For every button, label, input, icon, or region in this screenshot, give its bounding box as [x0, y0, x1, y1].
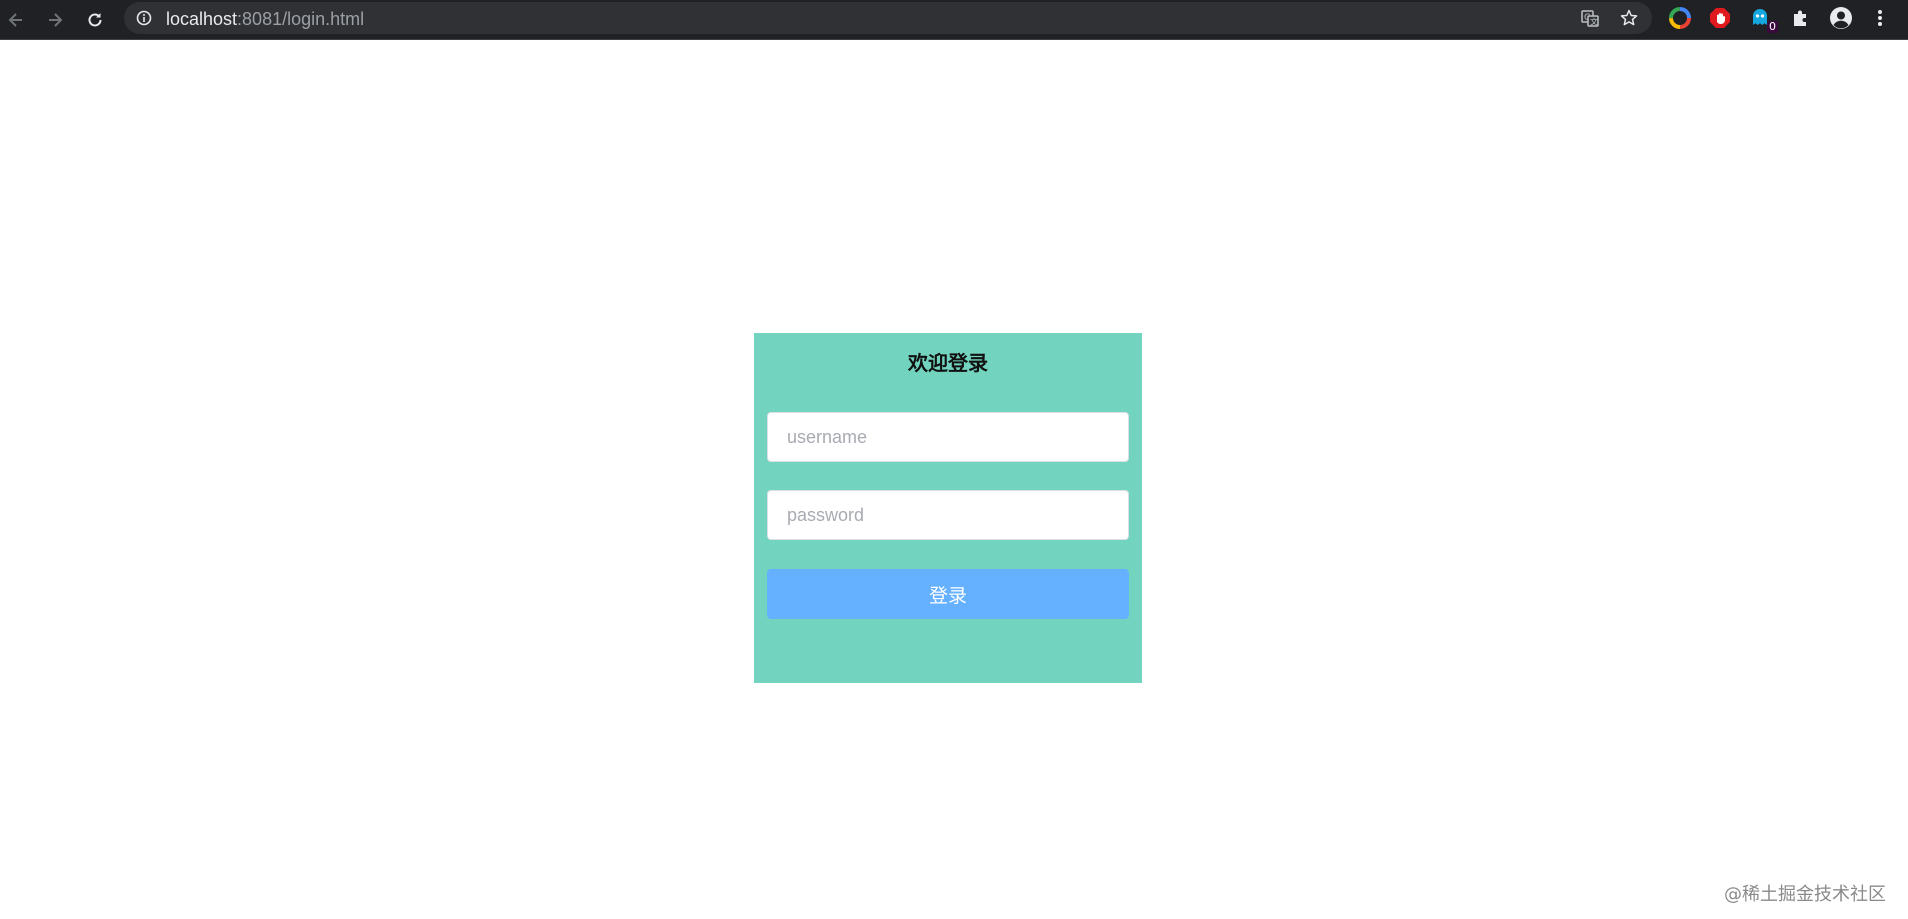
back-button[interactable]: [0, 4, 32, 36]
account-circle-icon[interactable]: [1829, 6, 1853, 30]
puzzle-icon[interactable]: [1789, 6, 1813, 30]
arrow-right-icon: [45, 10, 65, 30]
address-bar[interactable]: localhost:8081/login.html G文: [124, 2, 1652, 34]
stop-hand-extension-icon[interactable]: [1708, 6, 1732, 30]
arrow-left-icon: [6, 10, 26, 30]
watermark: @稀土掘金技术社区: [1724, 884, 1886, 905]
login-button[interactable]: 登录: [767, 569, 1129, 619]
svg-text:文: 文: [1590, 17, 1598, 27]
kebab-menu-icon[interactable]: [1868, 6, 1892, 30]
info-icon[interactable]: [136, 10, 152, 26]
star-icon[interactable]: [1619, 8, 1639, 28]
browser-toolbar: localhost:8081/login.html G文 0: [0, 0, 1908, 40]
url-host: localhost: [166, 9, 238, 29]
login-panel: 欢迎登录 登录: [754, 333, 1142, 683]
ghost-extension-icon[interactable]: 0: [1748, 6, 1778, 33]
color-wheel-extension-icon[interactable]: [1668, 6, 1692, 30]
username-input[interactable]: [767, 412, 1129, 462]
reload-button[interactable]: [79, 4, 111, 36]
url-text: localhost:8081/login.html: [166, 9, 364, 29]
login-title: 欢迎登录: [908, 351, 988, 375]
password-input[interactable]: [767, 490, 1129, 540]
forward-button[interactable]: [39, 4, 71, 36]
extension-badge: 0: [1767, 20, 1778, 33]
reload-icon: [85, 10, 105, 30]
translate-icon[interactable]: G文: [1580, 8, 1600, 28]
url-path: :8081/login.html: [237, 9, 365, 29]
